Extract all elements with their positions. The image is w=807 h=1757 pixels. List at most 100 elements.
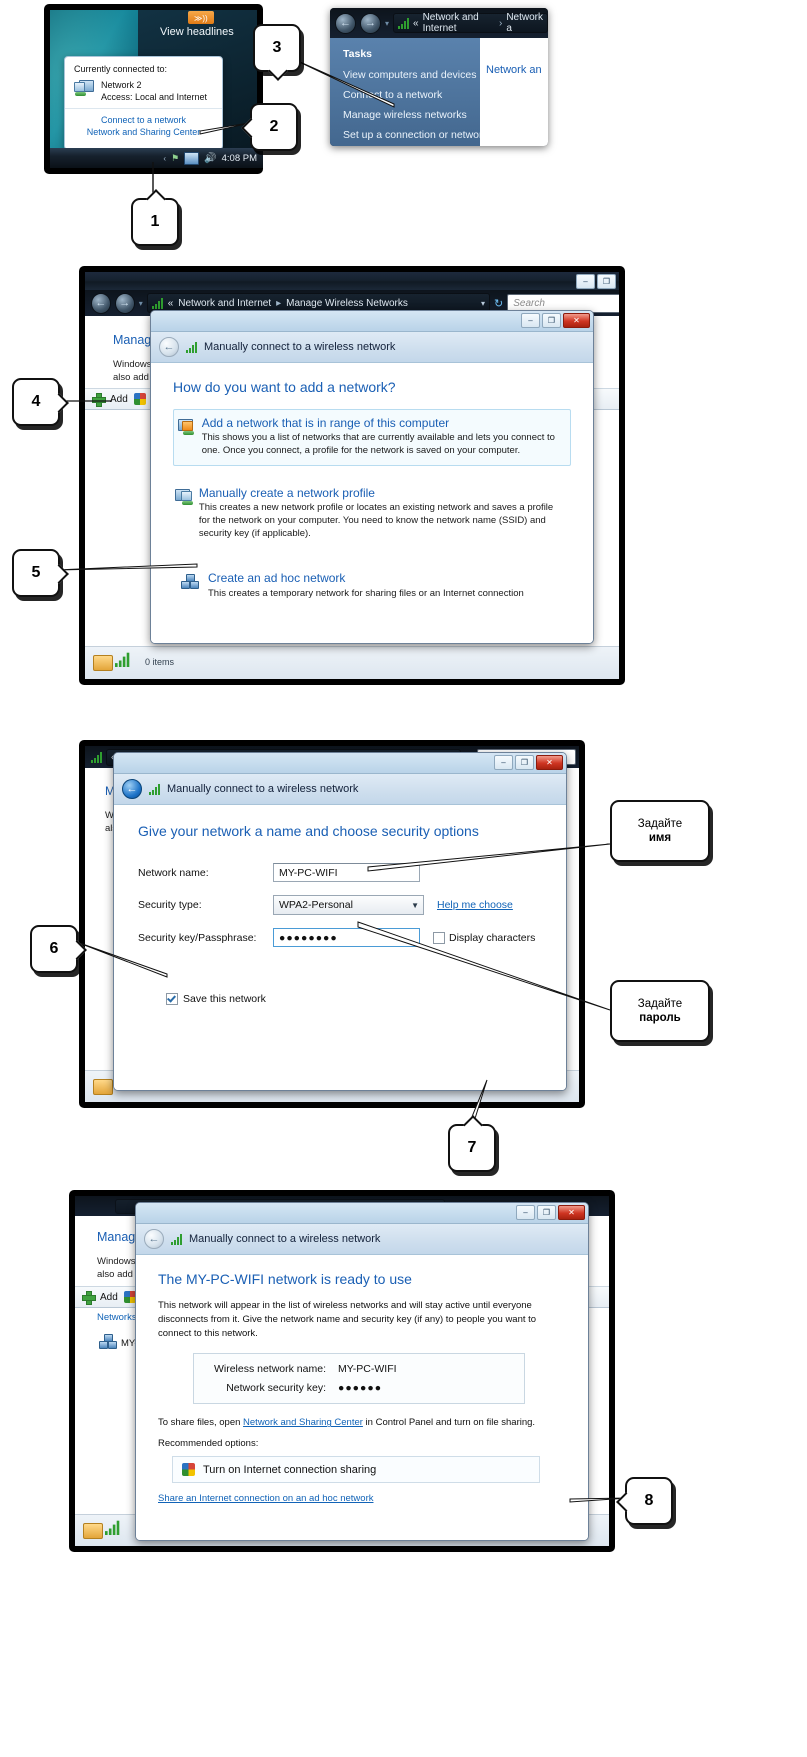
wizard-add-network-dialog: – ❐ ✕ ← Manually connect to a wireless n… — [150, 310, 594, 644]
toolbar-add-button[interactable]: Add — [110, 394, 128, 405]
wireless-network-name-value: MY-PC-WIFI — [338, 1363, 397, 1376]
breadcrumb-chevrons: « — [167, 297, 174, 309]
wizard3-header: ← Manually connect to a wireless network — [136, 1224, 588, 1255]
wireless-network-name-label: Wireless network name: — [213, 1363, 326, 1376]
turn-on-ics-option[interactable]: Turn on Internet connection sharing — [172, 1456, 540, 1484]
balloon-network-name: Network 2 — [101, 80, 142, 90]
option-manually-create-profile[interactable]: Manually create a network profile This c… — [173, 480, 571, 548]
task-view-computers[interactable]: View computers and devices — [343, 69, 493, 81]
balloon-links: Connect to a network Network and Sharing… — [65, 109, 222, 145]
network-balloon: Currently connected to: Network 2 Access… — [64, 56, 223, 150]
explorer-body-line-1: Windows — [113, 359, 152, 370]
history-dropdown-icon[interactable]: ▾ — [385, 19, 389, 28]
chevron-down-icon: ▼ — [411, 900, 419, 910]
ncp-content-title: Network an — [486, 64, 542, 76]
wizard3-close-button[interactable]: ✕ — [558, 1205, 585, 1220]
callout-set-name-line1: Задайте — [637, 817, 683, 830]
ncp-tasks-pane: Tasks View computers and devices Connect… — [330, 38, 493, 146]
breadcrumb-item-2[interactable]: Network a — [506, 12, 543, 34]
display-characters-checkbox[interactable] — [433, 931, 445, 944]
ncp-address-bar: ← → ▾ « Network and Internet › Network a — [330, 8, 548, 38]
link-network-sharing-center[interactable]: Network and Sharing Center — [74, 127, 213, 137]
ncp-breadcrumb[interactable]: « Network and Internet › Network a — [393, 12, 548, 34]
wizard2-minimize-button[interactable]: – — [494, 755, 513, 770]
wizard1-header-title: Manually connect to a wireless network — [204, 341, 396, 353]
step-marker-8: 8 — [625, 1477, 673, 1525]
wizard3-paragraph: This network will appear in the list of … — [158, 1300, 537, 1339]
wizard3-maximize-button[interactable]: ❐ — [537, 1205, 556, 1220]
wizard2-title-bar: – ❐ ✕ — [114, 753, 566, 774]
option-create-ad-hoc-network[interactable]: Create an ad hoc network This creates a … — [173, 565, 571, 607]
breadcrumb-dropdown-icon[interactable]: ▾ — [481, 299, 485, 308]
network-security-key-value: ●●●●●● — [338, 1382, 383, 1395]
tasks-header: Tasks — [343, 48, 372, 60]
task-set-up-connection[interactable]: Set up a connection or network — [343, 129, 493, 141]
wizard1-close-button[interactable]: ✕ — [563, 313, 590, 328]
wireless-signal-icon — [151, 297, 163, 309]
explorer-title-bar: – ❐ — [85, 272, 619, 290]
tray-expand-icon[interactable]: ‹ — [163, 154, 166, 163]
task-manage-wireless-networks[interactable]: Manage wireless networks — [343, 109, 493, 121]
wizard3-back-button[interactable]: ← — [144, 1229, 164, 1249]
tray-flag-icon[interactable]: ⚑ — [171, 153, 179, 164]
view-headlines-label[interactable]: View headlines — [160, 26, 234, 38]
wizard1-back-button[interactable]: ← — [159, 337, 179, 357]
wizard2-body: Give your network a name and choose secu… — [114, 805, 566, 1090]
share-internet-adhoc-link[interactable]: Share an Internet connection on an ad ho… — [158, 1493, 373, 1504]
breadcrumb-chevrons: « — [413, 17, 419, 29]
explorer-back-button[interactable]: ← — [91, 292, 111, 314]
option-description: This shows you a list of networks that a… — [201, 432, 555, 456]
help-me-choose-link[interactable]: Help me choose — [437, 899, 513, 911]
explorer-forward-button[interactable]: → — [114, 292, 135, 314]
balloon-title: Currently connected to: — [74, 64, 168, 74]
turn-on-ics-label: Turn on Internet connection sharing — [203, 1463, 377, 1476]
option-title: Add a network that is in range of this c… — [201, 416, 450, 430]
add-icon — [82, 1291, 96, 1305]
wizard3-minimize-button[interactable]: – — [516, 1205, 535, 1220]
wizard1-minimize-button[interactable]: – — [521, 313, 540, 328]
wizard-network-details-dialog: – ❐ ✕ ← Manually connect to a wireless n… — [113, 752, 567, 1091]
network-sharing-center-window: ← → ▾ « Network and Internet › Network a… — [330, 8, 548, 146]
breadcrumb-item-network-internet[interactable]: Network and Internet — [178, 298, 271, 309]
explorer-history-dropdown-icon[interactable]: ▾ — [139, 299, 143, 308]
wizard2-window-buttons: – ❐ ✕ — [494, 755, 563, 770]
security-type-select[interactable]: WPA2-Personal ▼ — [273, 895, 424, 915]
tray-volume-icon[interactable]: 🔊 — [204, 153, 216, 164]
back-button[interactable]: ← — [335, 12, 356, 34]
wizard1-maximize-button[interactable]: ❐ — [542, 313, 561, 328]
recommended-options-label: Recommended options: — [158, 1438, 259, 1450]
breadcrumb-item-manage-wireless[interactable]: Manage Wireless Networks — [286, 298, 408, 309]
wizard2-back-button[interactable]: ← — [122, 779, 142, 799]
network-sharing-center-link[interactable]: Network and Sharing Center — [243, 1417, 363, 1428]
breadcrumb-item-1[interactable]: Network and Internet — [423, 12, 495, 34]
folder-icon — [93, 655, 113, 671]
add-network-icon — [177, 419, 194, 435]
tray-network-icon[interactable] — [184, 151, 200, 165]
security-key-input[interactable]: ●●●●●●●● — [273, 928, 420, 947]
refresh-icon[interactable]: ↻ — [494, 297, 503, 310]
network-name-input[interactable]: MY-PC-WIFI — [273, 863, 420, 882]
wizard3-summary-box: Wireless network name: MY-PC-WIFI Networ… — [193, 1353, 525, 1405]
step-marker-1: 1 — [131, 198, 179, 246]
option-add-network-in-range[interactable]: Add a network that is in range of this c… — [173, 409, 571, 466]
minimize-button[interactable]: – — [576, 274, 595, 289]
forward-button[interactable]: → — [360, 12, 381, 34]
save-this-network-checkbox[interactable] — [166, 993, 178, 1005]
wizard2-header-title: Manually connect to a wireless network — [167, 783, 359, 795]
wizard2-close-button[interactable]: ✕ — [536, 755, 563, 770]
maximize-button[interactable]: ❐ — [597, 274, 616, 289]
callout-set-name: Задайте имя — [610, 800, 710, 862]
security-type-value: WPA2-Personal — [279, 899, 353, 911]
explorer3-add-button[interactable]: Add — [100, 1292, 118, 1303]
wizard2-maximize-button[interactable]: ❐ — [515, 755, 534, 770]
link-connect-to-network[interactable]: Connect to a network — [74, 115, 213, 125]
explorer3-body-line-1: Windows — [97, 1256, 136, 1267]
task-connect-to-network[interactable]: Connect to a network — [343, 89, 493, 101]
save-this-network-label: Save this network — [183, 993, 266, 1005]
tray-clock[interactable]: 4:08 PM — [222, 153, 257, 164]
step-marker-4: 4 — [12, 378, 60, 426]
security-key-label: Security key/Passphrase: — [138, 931, 257, 944]
wireless-signal-icon — [91, 751, 102, 763]
callout-set-password: Задайте пароль — [610, 980, 710, 1042]
wireless-signal-icon — [398, 17, 410, 29]
